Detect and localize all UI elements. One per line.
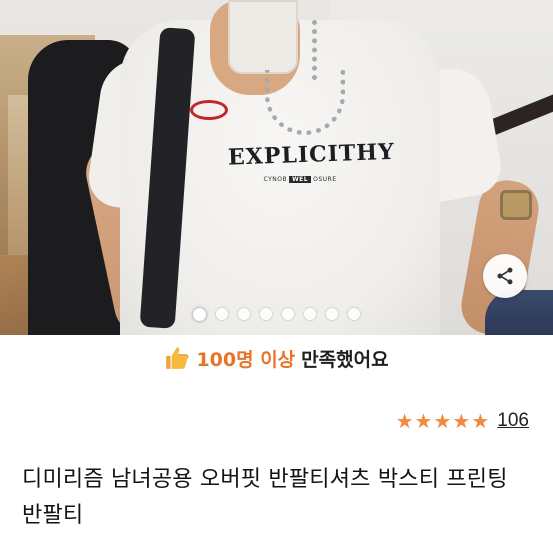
shirt-print-title: EXPLICITHY (227, 138, 396, 171)
share-button[interactable] (483, 254, 527, 298)
phone (228, 0, 298, 74)
satisfaction-count: 100명 이상 (196, 348, 296, 371)
wristwatch (500, 190, 532, 220)
red-bracelet (190, 100, 228, 120)
star-icon: ★ (395, 409, 414, 433)
carousel-dot[interactable] (326, 308, 338, 320)
star-icon: ★ (471, 409, 490, 433)
satisfaction-banner: 100명 이상 만족했어요 (0, 340, 553, 376)
review-count-link[interactable]: 106 (497, 410, 529, 432)
star-icon: ★ (452, 409, 471, 433)
shirt-print-subtext: CYNOB WEL OSURE (263, 176, 337, 183)
star-rating: ★ ★ ★ ★ ★ (396, 411, 490, 431)
carousel-dot[interactable] (238, 308, 250, 320)
product-title: 디미리즘 남녀공용 오버핏 반팔티셔츠 박스티 프린팅 반팔티 (22, 467, 508, 528)
share-icon (497, 267, 513, 285)
carousel-dot[interactable] (193, 307, 206, 321)
satisfaction-label: 만족했어요 (301, 348, 389, 371)
carousel-indicator (0, 306, 553, 322)
carousel-dot[interactable] (304, 308, 316, 320)
rating-summary[interactable]: ★ ★ ★ ★ ★ 106 (396, 410, 529, 432)
carousel-dot[interactable] (348, 308, 360, 320)
product-image[interactable]: EXPLICITHY CYNOB WEL OSURE (0, 0, 553, 335)
thumbs-up-icon (164, 345, 190, 371)
carousel-dot[interactable] (282, 308, 294, 320)
star-icon: ★ (433, 409, 452, 433)
carousel-dot[interactable] (216, 308, 228, 320)
star-icon: ★ (414, 409, 433, 433)
carousel-dot[interactable] (260, 308, 272, 320)
